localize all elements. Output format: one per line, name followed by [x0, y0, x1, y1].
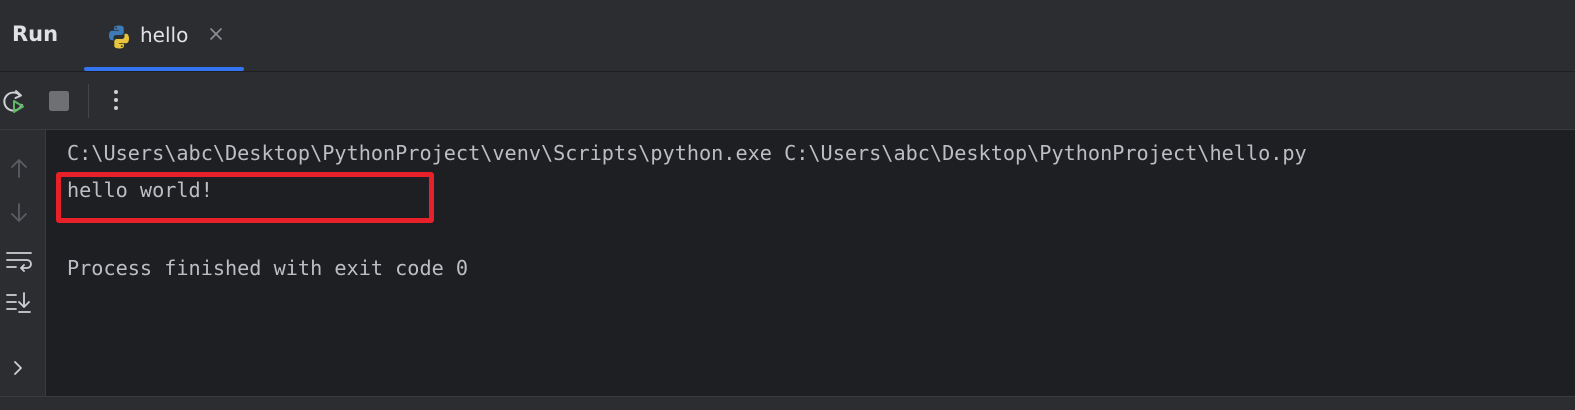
active-tab-indicator [84, 67, 244, 71]
soft-wrap-icon[interactable] [6, 248, 32, 274]
bottom-border [0, 396, 1575, 410]
toolbar-separator [88, 84, 89, 118]
process-status-text: Process finished with exit code 0 [67, 256, 469, 280]
tab-hello[interactable]: hello [84, 0, 244, 72]
run-toolbar [0, 72, 1575, 130]
console-gutter [0, 130, 46, 396]
highlight-annotation-box [56, 172, 434, 223]
scroll-to-end-icon[interactable] [6, 290, 32, 316]
rerun-icon[interactable] [0, 86, 30, 116]
close-icon[interactable] [208, 26, 224, 42]
console-output[interactable]: C:\Users\abc\Desktop\PythonProject\venv\… [46, 130, 1575, 396]
chevron-right-icon[interactable] [6, 355, 32, 381]
more-vertical-icon[interactable] [101, 86, 131, 116]
run-title: Run [12, 22, 59, 46]
run-tool-window: Run hello C:\Users\abc\Desktop\PythonPro… [0, 0, 1575, 410]
arrow-up-icon[interactable] [6, 155, 32, 181]
stop-icon[interactable] [45, 86, 75, 116]
command-line-text: C:\Users\abc\Desktop\PythonProject\venv\… [67, 141, 1307, 165]
tab-label: hello [140, 23, 189, 47]
arrow-down-icon[interactable] [6, 200, 32, 226]
run-header: Run hello [0, 0, 1575, 72]
python-file-icon [109, 25, 129, 49]
